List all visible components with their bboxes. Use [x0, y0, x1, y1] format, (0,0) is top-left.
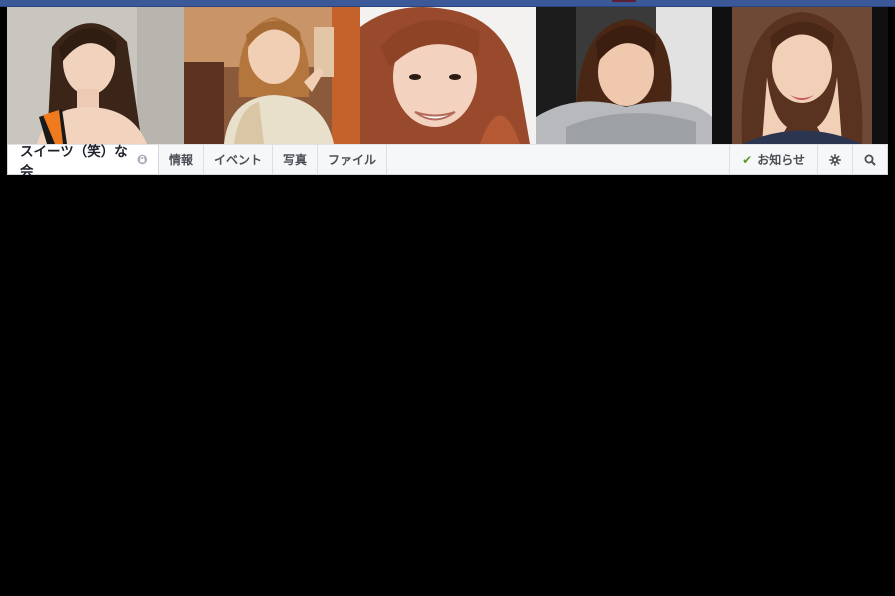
cover-photo-1[interactable]	[7, 7, 184, 144]
cover-photo-4[interactable]	[536, 7, 712, 144]
search-button[interactable]	[852, 145, 887, 174]
cover-photo-2[interactable]	[184, 7, 360, 144]
group-navigation-bar: スイーツ（笑）な会 情報 イベント 写真 ファイル ✔ お知らせ	[7, 144, 888, 180]
tab-events-label[interactable]: イベント	[214, 151, 262, 168]
tab-photos-label[interactable]: 写真	[283, 151, 307, 168]
gear-icon	[829, 153, 841, 166]
tab-files-label[interactable]: ファイル	[328, 151, 376, 168]
search-icon	[864, 154, 876, 166]
tab-events[interactable]: イベント	[204, 145, 274, 174]
tab-about[interactable]: 情報	[159, 145, 205, 174]
tab-photos[interactable]: 写真	[273, 145, 319, 174]
tab-about-label[interactable]: 情報	[169, 151, 193, 168]
notifications-label[interactable]: お知らせ	[757, 151, 805, 168]
lock-icon	[137, 154, 148, 165]
group-name-text[interactable]: スイーツ（笑）な会	[20, 140, 137, 180]
group-title[interactable]: スイーツ（笑）な会	[8, 144, 159, 180]
check-icon: ✔	[742, 152, 753, 167]
cover-photo-collage[interactable]	[7, 7, 888, 144]
settings-button[interactable]	[817, 145, 852, 174]
cover-photo-3[interactable]	[360, 7, 536, 144]
top-bar	[0, 0, 895, 7]
notifications-button[interactable]: ✔ お知らせ	[729, 145, 817, 174]
tab-files[interactable]: ファイル	[318, 145, 388, 174]
notification-nub	[612, 0, 636, 2]
empty-content-area	[0, 175, 895, 596]
cover-photo-5[interactable]	[712, 7, 888, 144]
